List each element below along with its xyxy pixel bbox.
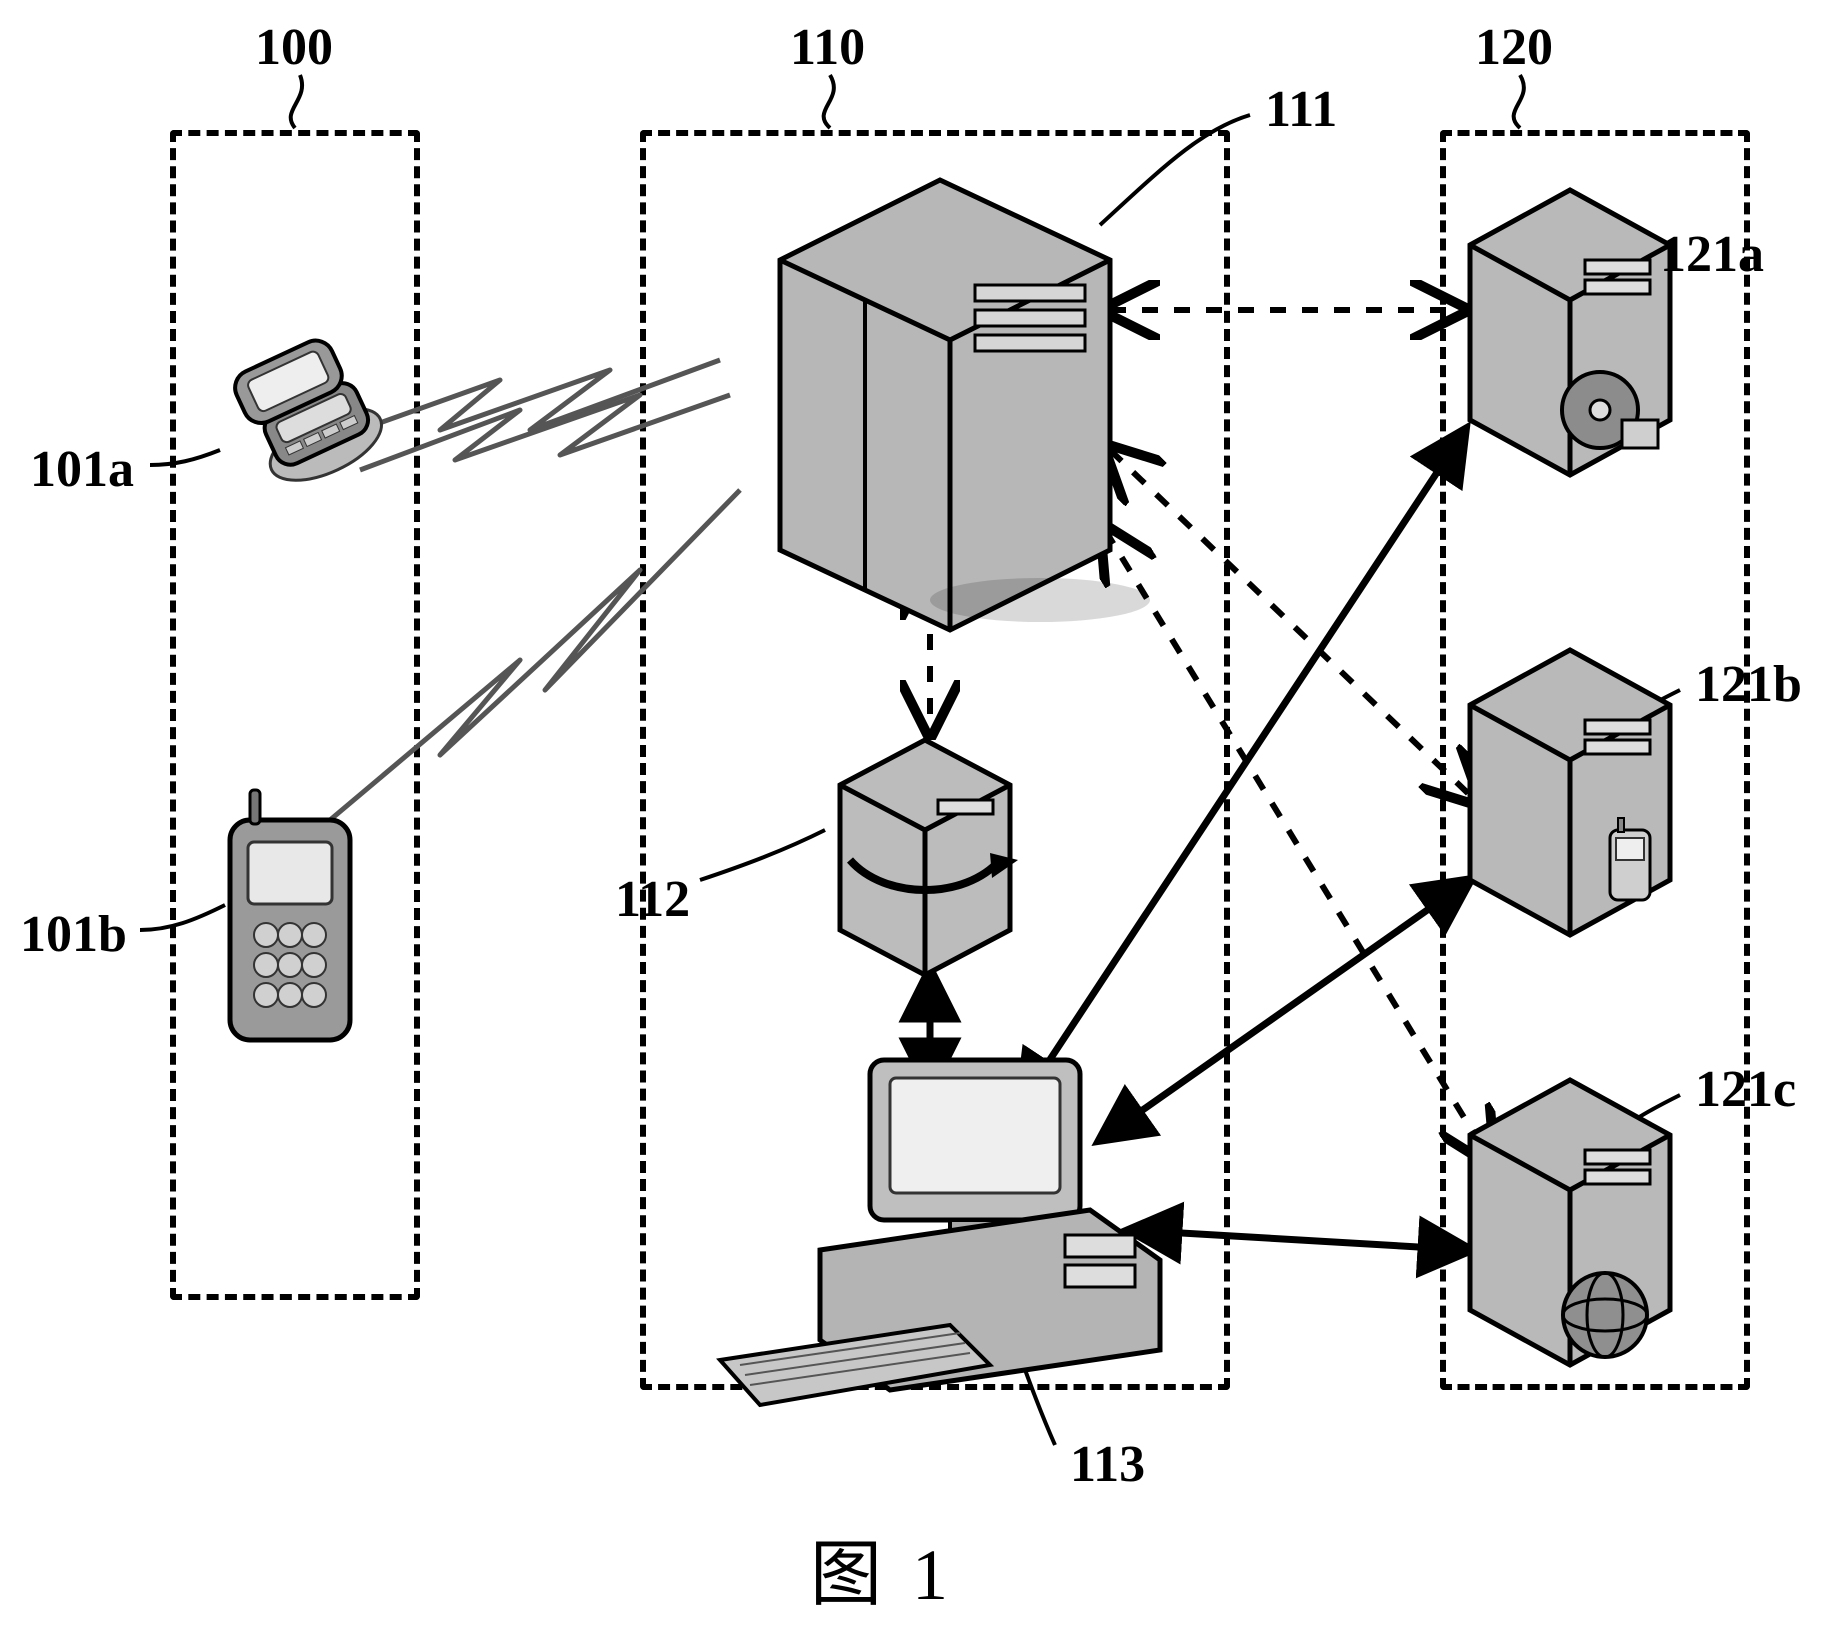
ref-121c: 121c xyxy=(1695,1060,1796,1119)
ref-100: 100 xyxy=(255,18,333,77)
ref-112: 112 xyxy=(615,870,690,929)
ref-113: 113 xyxy=(1070,1435,1145,1494)
group-110-box xyxy=(640,130,1230,1390)
ref-121a: 121a xyxy=(1660,225,1764,284)
ref-101a: 101a xyxy=(30,440,134,499)
figure-caption: 图 1 xyxy=(810,1515,954,1620)
ref-111: 111 xyxy=(1265,80,1337,139)
ref-110: 110 xyxy=(790,18,865,77)
group-120-box xyxy=(1440,130,1750,1390)
ref-121b: 121b xyxy=(1695,655,1802,714)
figure-stage: 100 110 120 111 121a 121b 121c 101a 101b… xyxy=(0,0,1843,1632)
group-100-box xyxy=(170,130,420,1300)
ref-101b: 101b xyxy=(20,905,127,964)
ref-120: 120 xyxy=(1475,18,1553,77)
